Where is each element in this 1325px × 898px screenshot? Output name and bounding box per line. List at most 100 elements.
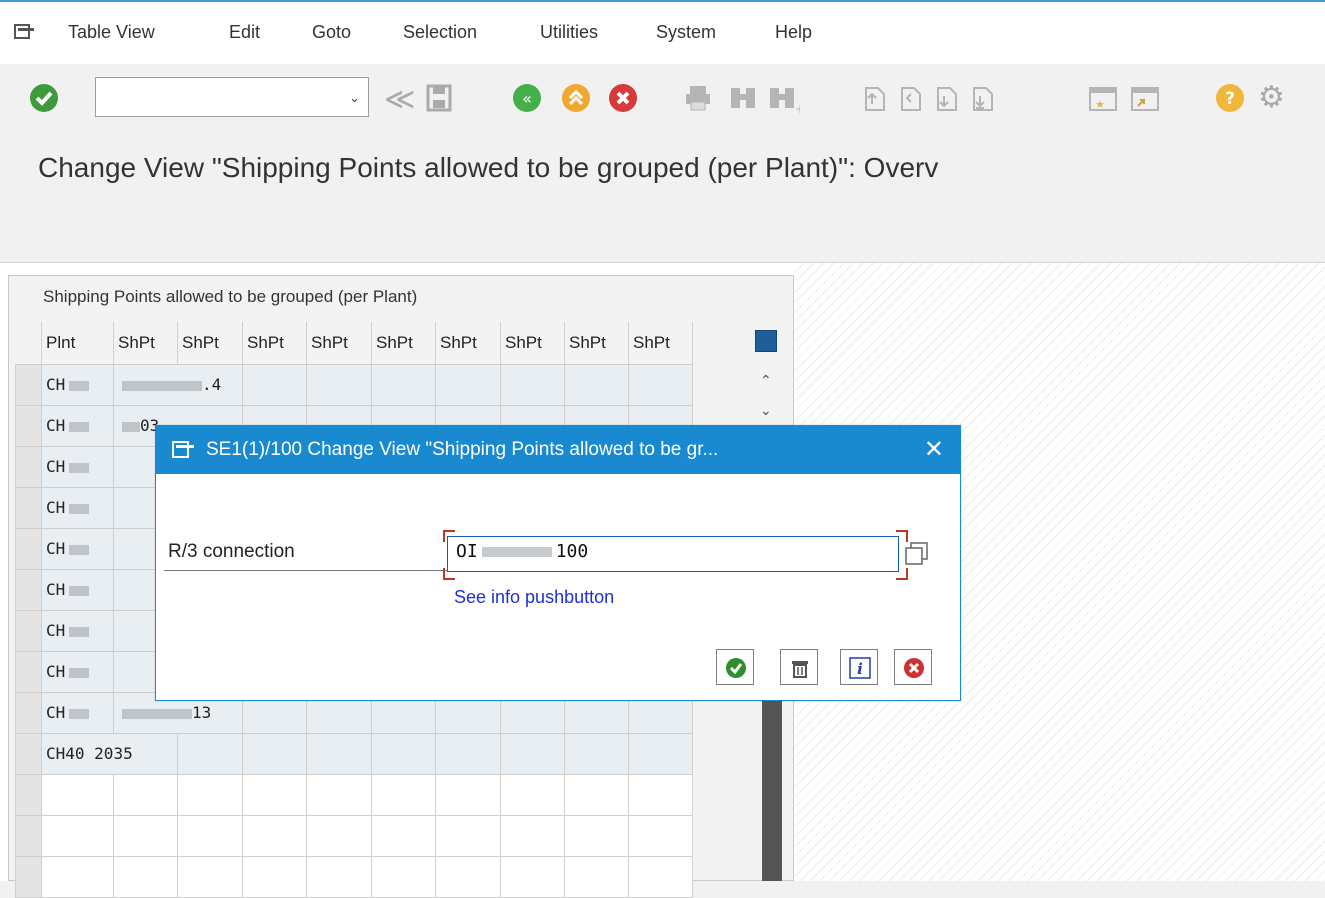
chevron-down-icon[interactable]: ⌄ [349,90,360,106]
column-header-plnt[interactable]: Plnt [41,322,114,364]
last-page-icon[interactable] [968,84,996,112]
table-cell[interactable] [435,814,501,857]
table-cell[interactable] [500,855,565,898]
shipping-point-cell[interactable] [306,363,372,406]
menu-goto[interactable]: Goto [312,22,351,43]
column-header-shpt[interactable]: ShPt [177,322,243,364]
first-page-icon[interactable] [860,84,888,112]
table-cell[interactable] [628,773,693,816]
back-arrows-icon[interactable]: ≪ [384,82,415,117]
row-selector[interactable] [15,732,42,775]
shipping-point-cell[interactable] [306,732,372,775]
save-icon[interactable] [426,84,452,112]
table-cell[interactable] [306,855,372,898]
table-cell[interactable] [371,773,436,816]
column-header-shpt[interactable]: ShPt [628,322,693,364]
table-cell[interactable] [500,773,565,816]
row-selector[interactable] [15,445,42,488]
plant-cell[interactable]: CH [41,691,114,734]
print-icon[interactable] [684,84,712,112]
table-cell[interactable] [435,855,501,898]
vertical-scrollbar[interactable] [762,690,782,881]
column-header-shpt[interactable]: ShPt [306,322,372,364]
table-cell[interactable] [177,855,243,898]
exit-icon[interactable] [561,83,591,113]
plant-cell[interactable]: CH [41,650,114,693]
create-session-icon[interactable]: ★ [1088,84,1118,112]
dialog-menu-icon[interactable] [172,441,196,459]
table-cell[interactable] [242,773,307,816]
row-selector[interactable] [15,691,42,734]
scroll-up-icon[interactable]: ⌃ [760,372,772,389]
row-selector[interactable] [15,486,42,529]
plant-cell[interactable]: CH40 2035 [41,732,178,775]
row-selector[interactable] [15,527,42,570]
column-header-shpt[interactable]: ShPt [564,322,629,364]
table-cell[interactable] [306,773,372,816]
find-next-icon[interactable]: + [768,84,800,114]
table-cell[interactable] [113,773,178,816]
column-header-shpt[interactable]: ShPt [500,322,565,364]
column-header-shpt[interactable]: ShPt [371,322,436,364]
column-header-shpt[interactable]: ShPt [242,322,307,364]
row-selector[interactable] [15,404,42,447]
r3-connection-input[interactable]: OI 100 [447,536,899,572]
row-selector[interactable] [15,568,42,611]
table-cell[interactable] [564,855,629,898]
next-page-icon[interactable] [932,84,960,112]
shipping-point-cell[interactable] [564,363,629,406]
shipping-point-cell[interactable] [435,363,501,406]
table-cell[interactable] [113,814,178,857]
menu-selection[interactable]: Selection [403,22,477,43]
menu-utilities[interactable]: Utilities [540,22,598,43]
table-cell[interactable] [113,855,178,898]
info-button[interactable]: i [840,649,878,685]
plant-cell[interactable]: CH [41,568,114,611]
scroll-down-icon[interactable]: ⌄ [760,402,772,419]
shipping-point-cell[interactable]: .4 [113,363,243,406]
table-cell[interactable] [628,814,693,857]
info-link[interactable]: See info pushbutton [454,587,614,608]
shipping-point-cell[interactable] [500,363,565,406]
back-icon[interactable]: « [512,83,542,113]
table-cell[interactable] [242,855,307,898]
menu-help[interactable]: Help [775,22,812,43]
plant-cell[interactable]: CH [41,527,114,570]
close-icon[interactable]: ✕ [924,435,944,464]
row-selector[interactable] [15,814,42,857]
column-header-shpt[interactable]: ShPt [435,322,501,364]
column-header-shpt[interactable]: ShPt [113,322,178,364]
value-help-icon[interactable] [904,541,930,567]
table-cell[interactable] [41,855,114,898]
table-cell[interactable] [371,814,436,857]
plant-cell[interactable]: CH [41,609,114,652]
table-cell[interactable] [41,814,114,857]
shipping-point-cell[interactable] [371,732,436,775]
shipping-point-cell[interactable] [628,732,693,775]
row-selector[interactable] [15,609,42,652]
shipping-point-cell[interactable] [564,732,629,775]
select-all-column[interactable] [15,322,42,364]
help-icon[interactable]: ? [1215,83,1245,113]
shipping-point-cell[interactable] [500,732,565,775]
shipping-point-cell[interactable] [435,732,501,775]
delete-button[interactable] [780,649,818,685]
table-cell[interactable] [564,773,629,816]
menu-icon[interactable] [14,24,36,40]
row-selector[interactable] [15,773,42,816]
plant-cell[interactable]: CH [41,445,114,488]
table-cell[interactable] [242,814,307,857]
table-cell[interactable] [564,814,629,857]
row-selector[interactable] [15,363,42,406]
menu-table-view[interactable]: Table View [68,22,155,43]
find-icon[interactable] [729,84,757,112]
table-cell[interactable] [177,814,243,857]
table-cell[interactable] [371,855,436,898]
menu-edit[interactable]: Edit [229,22,260,43]
shipping-point-cell[interactable] [371,363,436,406]
plant-cell[interactable]: CH [41,486,114,529]
shipping-point-cell[interactable] [242,732,307,775]
table-cell[interactable] [628,855,693,898]
table-cell[interactable] [41,773,114,816]
plant-cell[interactable]: CH [41,404,114,447]
